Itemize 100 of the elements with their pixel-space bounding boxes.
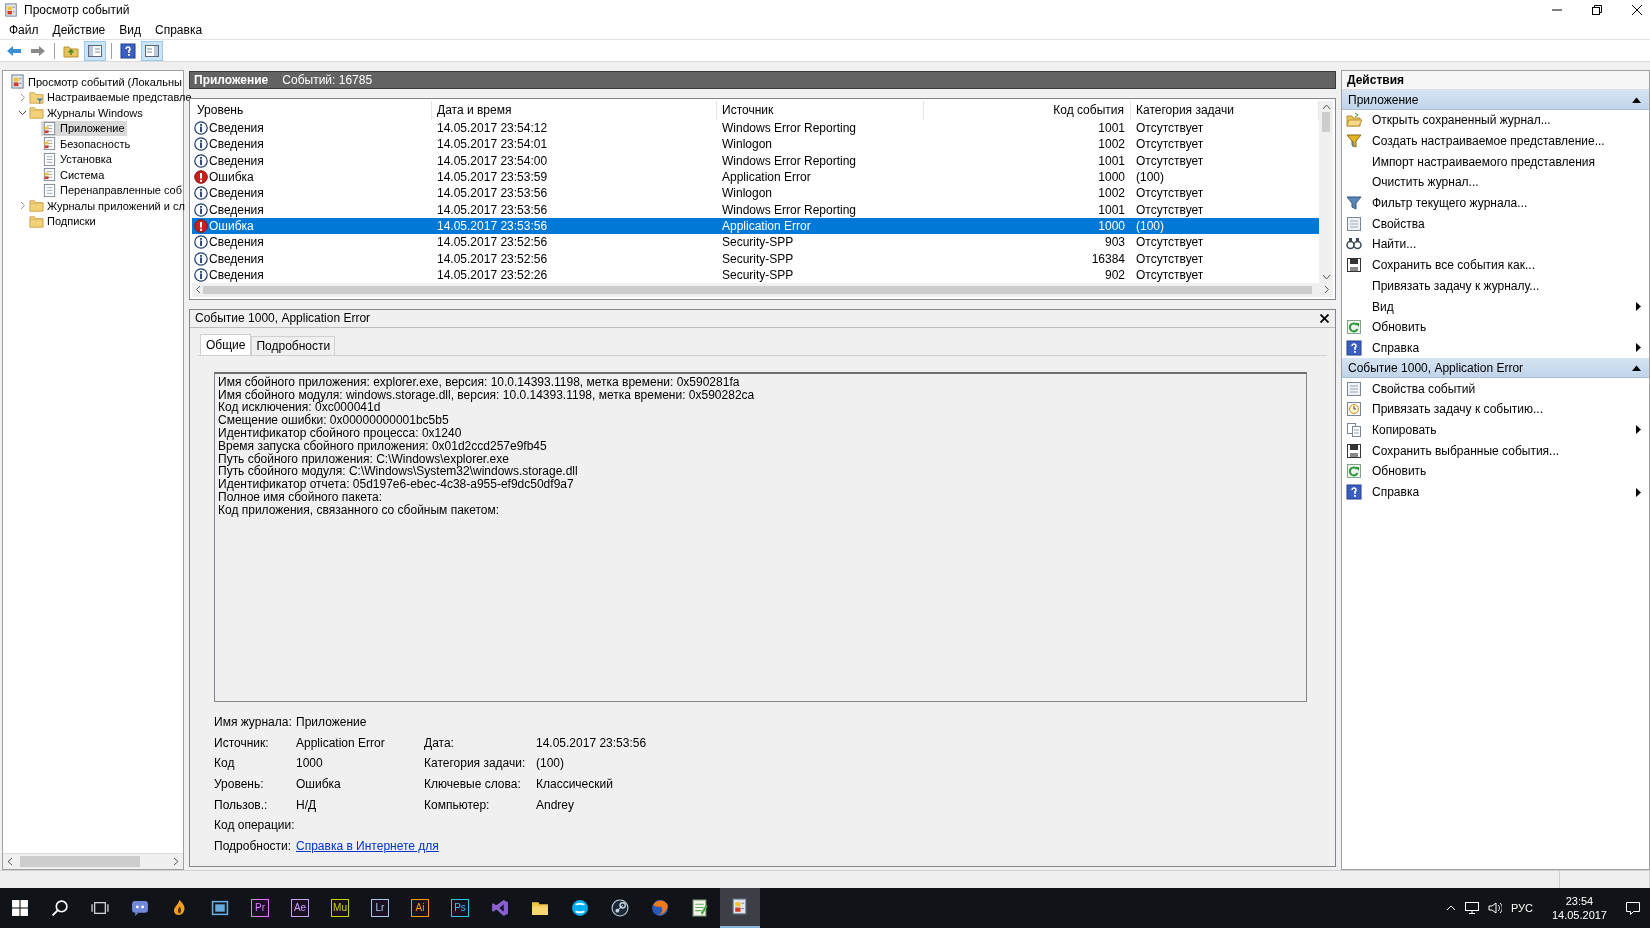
taskbar-button[interactable]: Lr xyxy=(371,899,389,917)
windows-logo-icon[interactable] xyxy=(11,899,29,917)
scroll-left-icon[interactable] xyxy=(195,285,201,295)
tree-item[interactable]: Просмотр событий (Локальны xyxy=(9,74,184,90)
column-header[interactable]: Источник xyxy=(717,101,924,120)
folder-icon[interactable] xyxy=(531,899,549,917)
table-row[interactable]: Сведения 14.05.2017 23:54:01 Winlogon 1002 Отсутствует xyxy=(192,136,1319,153)
action-item[interactable]: Обновить xyxy=(1342,461,1649,482)
action-item[interactable]: Очистить журнал... xyxy=(1342,172,1649,193)
action-item[interactable]: Обновить xyxy=(1342,316,1649,338)
collapse-triangle-icon[interactable] xyxy=(1632,364,1641,371)
tree-item[interactable]: Установка xyxy=(41,151,114,167)
globe-icon[interactable] xyxy=(651,899,669,917)
active-taskbar-button[interactable] xyxy=(720,888,760,928)
tree-item[interactable]: Журналы приложений и сл xyxy=(28,198,187,214)
scroll-down-icon[interactable] xyxy=(1321,273,1331,280)
scrollbar-thumb[interactable] xyxy=(20,856,140,867)
action-item[interactable]: Свойства событий xyxy=(1342,378,1649,399)
table-row[interactable]: Сведения 14.05.2017 23:52:56 Security-SPP 903 Отсутствует xyxy=(192,234,1319,251)
menu-item[interactable]: Вид xyxy=(112,22,148,37)
taskbar-button[interactable]: Ae xyxy=(291,899,309,917)
help-link[interactable]: Справка в Интернете для xyxy=(296,838,439,853)
menu-item[interactable]: Действие xyxy=(45,22,113,37)
action-item[interactable]: Копировать xyxy=(1342,419,1649,441)
volume-icon[interactable] xyxy=(1487,902,1502,914)
table-row[interactable]: Ошибка 14.05.2017 23:53:56 Application Error 1000 (100) xyxy=(192,217,1319,235)
tree-item[interactable]: Перенаправленные соб xyxy=(41,182,185,198)
toolbar-button[interactable] xyxy=(84,40,106,61)
column-header[interactable]: Уровень xyxy=(192,101,432,120)
table-cell-text: Отсутствует xyxy=(1135,121,1205,136)
toolbar-button[interactable] xyxy=(117,40,139,61)
table-row[interactable]: Сведения 14.05.2017 23:54:00 Windows Error Reporting 1001 Отсутствует xyxy=(192,152,1319,169)
action-item[interactable]: Найти... xyxy=(1342,234,1649,255)
table-row[interactable]: Сведения 14.05.2017 23:54:12 Windows Error Reporting 1001 Отсутствует xyxy=(192,120,1319,137)
film-frame-icon[interactable] xyxy=(211,899,229,917)
taskbar-button[interactable]: Mu xyxy=(331,899,349,917)
tree-item[interactable]: Настраиваемые представле xyxy=(28,89,194,105)
speech-circle-icon[interactable] xyxy=(571,899,589,917)
chat-bubble-icon[interactable] xyxy=(131,899,149,917)
menu-item[interactable]: Справка xyxy=(148,22,210,37)
notepad-icon[interactable] xyxy=(691,899,709,917)
close-icon[interactable] xyxy=(1632,5,1642,15)
field-label: Источник: xyxy=(214,735,270,750)
collapse-chevron-icon[interactable] xyxy=(17,108,27,118)
scroll-up-icon[interactable] xyxy=(1321,104,1331,110)
action-item[interactable]: Сохранить выбранные события... xyxy=(1342,440,1649,461)
action-item[interactable]: Справка xyxy=(1342,337,1649,359)
language-indicator[interactable]: РУС xyxy=(1510,902,1533,914)
taskbar-button[interactable]: Ai xyxy=(411,899,429,917)
action-item[interactable]: Справка xyxy=(1342,481,1649,503)
tree-item[interactable]: Журналы Windows xyxy=(28,105,145,121)
tree-item[interactable]: Безопасность xyxy=(41,136,133,152)
action-item[interactable]: Сохранить все события как... xyxy=(1342,254,1649,276)
table-row[interactable]: Сведения 14.05.2017 23:53:56 Windows Error Reporting 1001 Отсутствует xyxy=(192,201,1319,218)
column-header[interactable]: Дата и время xyxy=(432,101,717,120)
task-view-icon[interactable] xyxy=(91,899,109,917)
scrollbar-thumb[interactable] xyxy=(203,285,1312,294)
toolbar-button[interactable] xyxy=(141,40,163,61)
action-item[interactable]: Свойства xyxy=(1342,213,1649,235)
table-row[interactable]: Ошибка 14.05.2017 23:53:59 Application Error 1000 (100) xyxy=(192,168,1319,186)
collapse-triangle-icon[interactable] xyxy=(1632,96,1641,103)
action-item[interactable]: Фильтр текущего журнала... xyxy=(1342,192,1649,214)
scroll-right-icon[interactable] xyxy=(173,857,180,866)
scroll-left-icon[interactable] xyxy=(6,857,13,866)
scroll-right-icon[interactable] xyxy=(1324,285,1330,295)
menu-item[interactable]: Файл xyxy=(2,22,46,37)
taskbar-button[interactable]: Pr xyxy=(251,899,269,917)
tab[interactable]: Подробности xyxy=(251,335,336,355)
tree-item[interactable]: Приложение xyxy=(41,120,127,136)
table-row[interactable]: Сведения 14.05.2017 23:52:56 Security-SPP 16384 Отсутствует xyxy=(192,250,1319,267)
section-header[interactable]: Событие 1000, Application Error xyxy=(1342,358,1649,379)
tray-chevron-icon[interactable] xyxy=(1445,905,1456,911)
action-item[interactable]: Привязать задачу к событию... xyxy=(1342,398,1649,420)
taskbar-button[interactable]: Ps xyxy=(451,899,469,917)
network-icon[interactable] xyxy=(1464,902,1479,914)
section-header[interactable]: Приложение xyxy=(1342,90,1649,110)
action-item[interactable]: Привязать задачу к журналу... xyxy=(1342,275,1649,297)
table-row[interactable]: Сведения 14.05.2017 23:52:26 Security-SPP 902 Отсутствует xyxy=(192,266,1319,283)
scrollbar-thumb[interactable] xyxy=(1322,112,1330,132)
notifications-icon[interactable] xyxy=(1626,901,1640,915)
table-cell-text: Отсутствует xyxy=(1135,267,1205,282)
column-header[interactable]: Код события xyxy=(924,101,1131,120)
action-item[interactable]: Импорт настраиваемого представления xyxy=(1342,151,1649,173)
restore-icon[interactable] xyxy=(1592,5,1602,15)
action-item[interactable]: Вид xyxy=(1342,296,1649,317)
panel-title: Действия xyxy=(1342,71,1649,90)
tree-item[interactable]: Система xyxy=(41,167,107,183)
action-item[interactable]: Создать настраиваемое представление... xyxy=(1342,130,1649,152)
clock[interactable]: 23:54 14.05.2017 xyxy=(1551,894,1607,922)
close-icon[interactable] xyxy=(1320,313,1329,323)
table-row[interactable]: Сведения 14.05.2017 23:53:56 Winlogon 1002 Отсутствует xyxy=(192,185,1319,202)
tree-item[interactable]: Подписки xyxy=(28,213,98,229)
properties-icon xyxy=(1346,380,1362,397)
properties-icon xyxy=(1346,215,1362,232)
tab[interactable]: Общие xyxy=(200,333,252,355)
event-viewer-icon[interactable] xyxy=(731,898,749,916)
action-item[interactable]: Открыть сохраненный журнал... xyxy=(1342,110,1649,131)
search-icon[interactable] xyxy=(51,899,69,917)
pane-icon xyxy=(144,42,160,59)
field-value: Application Error xyxy=(296,735,386,750)
